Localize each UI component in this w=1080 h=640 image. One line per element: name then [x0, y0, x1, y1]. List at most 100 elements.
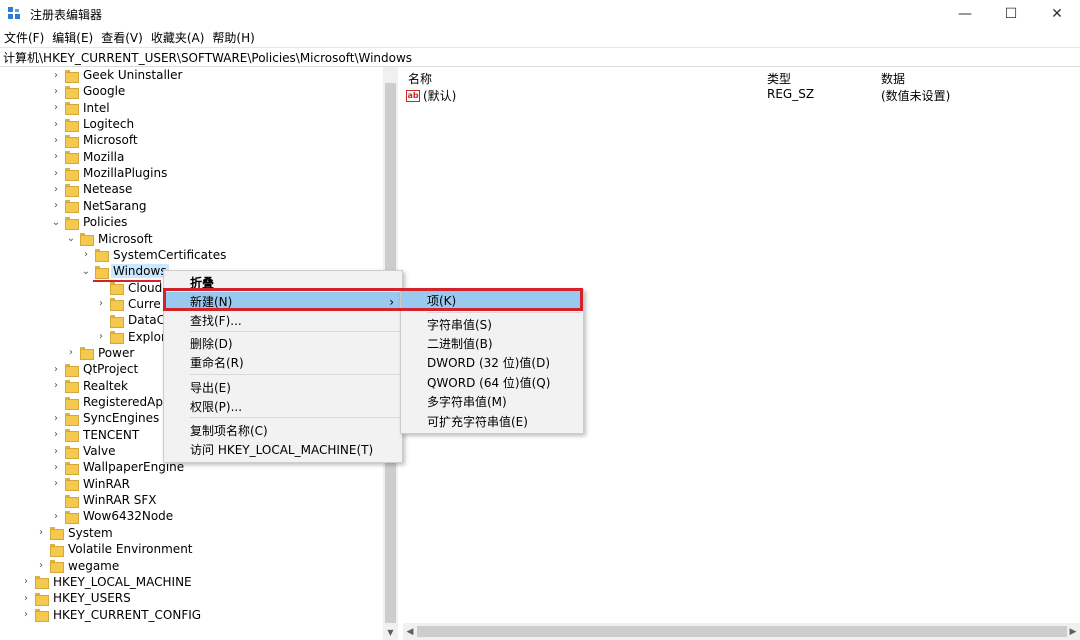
menu-help[interactable]: 帮助(H) — [208, 29, 258, 46]
context-menu-item-label: 删除(D) — [190, 337, 233, 351]
submenu-item[interactable]: 多字符串值(M) — [401, 392, 583, 411]
address-bar[interactable]: 计算机\HKEY_CURRENT_USER\SOFTWARE\Policies\… — [0, 47, 1080, 67]
tree-item[interactable]: › TENCENT — [50, 427, 141, 443]
submenu-item[interactable]: 二进制值(B) — [401, 334, 583, 353]
column-header-name[interactable]: 名称 — [408, 70, 432, 87]
chevron-right-icon[interactable]: › — [50, 116, 62, 132]
chevron-right-icon[interactable]: › — [20, 590, 32, 606]
chevron-right-icon[interactable]: › — [80, 247, 92, 263]
tree-item[interactable]: › Mozilla — [50, 149, 126, 165]
scrollbar-thumb[interactable] — [417, 626, 1067, 637]
submenu-item-label: DWORD (32 位)值(D) — [427, 356, 550, 370]
tree-item[interactable]: › HKEY_USERS — [20, 590, 133, 606]
tree-item[interactable]: Volatile Environment — [35, 541, 195, 557]
tree-item[interactable]: › WinRAR — [50, 476, 132, 492]
chevron-right-icon[interactable]: › — [20, 607, 32, 623]
context-menu-item[interactable]: 导出(E) — [164, 378, 402, 397]
tree-item[interactable]: › Logitech — [50, 116, 136, 132]
context-menu-item[interactable]: 重命名(R) — [164, 353, 402, 372]
folder-icon — [65, 200, 79, 214]
tree-item[interactable]: › Power — [65, 345, 136, 361]
folder-icon — [95, 265, 109, 279]
minimize-button[interactable]: — — [942, 0, 988, 28]
menu-edit[interactable]: 编辑(E) — [48, 29, 97, 46]
chevron-right-icon[interactable]: › — [95, 329, 107, 345]
tree-item[interactable]: › Geek Uninstaller — [50, 67, 184, 83]
submenu-item[interactable]: 可扩充字符串值(E) — [401, 412, 583, 431]
tree-item[interactable]: › Realtek — [50, 378, 130, 394]
tree-item[interactable]: › Explor — [95, 329, 168, 345]
chevron-right-icon[interactable]: › — [50, 100, 62, 116]
chevron-right-icon[interactable]: › — [50, 181, 62, 197]
tree-item[interactable]: › Curre — [95, 296, 163, 312]
context-menu-item-label: 重命名(R) — [190, 356, 244, 370]
tree-item-label: RegisteredApp — [83, 395, 171, 409]
submenu-item[interactable]: QWORD (64 位)值(Q) — [401, 373, 583, 392]
tree-item[interactable]: › SyncEngines — [50, 410, 161, 426]
chevron-down-icon[interactable]: ⌄ — [50, 214, 62, 230]
close-button[interactable]: ✕ — [1034, 0, 1080, 28]
chevron-right-icon[interactable]: › — [50, 443, 62, 459]
context-menu-item[interactable]: 复制项名称(C) — [164, 421, 402, 440]
chevron-right-icon[interactable]: › — [50, 67, 62, 83]
tree-item[interactable]: › HKEY_CURRENT_CONFIG — [20, 607, 203, 623]
context-menu-item[interactable]: 访问 HKEY_LOCAL_MACHINE(T) — [164, 440, 402, 459]
context-menu-item[interactable]: 删除(D) — [164, 334, 402, 353]
chevron-right-icon[interactable]: › — [50, 198, 62, 214]
maximize-button[interactable]: ☐ — [988, 0, 1034, 28]
chevron-right-icon[interactable]: › — [20, 574, 32, 590]
chevron-right-icon[interactable]: › — [50, 427, 62, 443]
menu-favorites[interactable]: 收藏夹(A) — [147, 29, 209, 46]
tree-item[interactable]: › Valve — [50, 443, 117, 459]
context-menu-item[interactable]: 权限(P)... — [164, 397, 402, 416]
chevron-right-icon[interactable]: › — [35, 558, 47, 574]
tree-item[interactable]: › Intel — [50, 100, 112, 116]
chevron-right-icon[interactable]: › — [50, 508, 62, 524]
tree-item[interactable]: › HKEY_LOCAL_MACHINE — [20, 574, 194, 590]
tree-item[interactable]: ⌄ Windows — [80, 263, 169, 279]
chevron-right-icon[interactable]: › — [95, 296, 107, 312]
menu-view[interactable]: 查看(V) — [97, 29, 147, 46]
tree-item[interactable]: › wegame — [35, 558, 121, 574]
address-path[interactable]: 计算机\HKEY_CURRENT_USER\SOFTWARE\Policies\… — [3, 49, 412, 66]
chevron-right-icon[interactable]: › — [50, 459, 62, 475]
chevron-right-icon[interactable]: › — [50, 476, 62, 492]
column-header-data[interactable]: 数据 — [881, 70, 905, 87]
value-row[interactable]: ab (默认) — [406, 87, 456, 104]
chevron-down-icon[interactable]: ⌄ — [80, 263, 92, 279]
submenu-item[interactable]: DWORD (32 位)值(D) — [401, 353, 583, 372]
context-menu-item[interactable]: 查找(F)... — [164, 311, 402, 330]
tree-item[interactable]: › SystemCertificates — [80, 247, 228, 263]
column-header-type[interactable]: 类型 — [767, 70, 791, 87]
tree-item[interactable]: › Wow6432Node — [50, 508, 175, 524]
menu-file[interactable]: 文件(F) — [0, 29, 48, 46]
chevron-right-icon[interactable]: › — [50, 165, 62, 181]
tree-item[interactable]: › NetSarang — [50, 198, 149, 214]
tree-item[interactable]: ⌄ Microsoft — [65, 231, 155, 247]
no-children-spacer — [95, 312, 107, 328]
chevron-right-icon[interactable]: › — [50, 132, 62, 148]
tree-item[interactable]: › System — [35, 525, 115, 541]
tree-item[interactable]: › Google — [50, 83, 127, 99]
tree-item[interactable]: DataC — [95, 312, 167, 328]
chevron-down-icon[interactable]: ⌄ — [65, 231, 77, 247]
submenu-item[interactable]: 字符串值(S) — [401, 315, 583, 334]
chevron-right-icon[interactable]: › — [50, 83, 62, 99]
tree-item[interactable]: › QtProject — [50, 361, 140, 377]
chevron-right-icon[interactable]: › — [50, 378, 62, 394]
chevron-right-icon[interactable]: › — [65, 345, 77, 361]
chevron-right-icon[interactable]: › — [50, 361, 62, 377]
tree-item[interactable]: WinRAR SFX — [50, 492, 159, 508]
tree-item[interactable]: › Microsoft — [50, 132, 140, 148]
chevron-right-icon[interactable]: › — [50, 149, 62, 165]
tree-item[interactable]: ⌄ Policies — [50, 214, 129, 230]
tree-item[interactable]: › MozillaPlugins — [50, 165, 169, 181]
chevron-right-icon[interactable]: › — [35, 525, 47, 541]
scroll-right-arrow-icon[interactable]: ▶ — [1066, 623, 1080, 640]
scroll-down-arrow-icon[interactable]: ▼ — [383, 624, 398, 640]
scroll-left-arrow-icon[interactable]: ◀ — [403, 623, 417, 640]
tree-item[interactable]: › Netease — [50, 181, 134, 197]
chevron-right-icon[interactable]: › — [50, 410, 62, 426]
values-horizontal-scrollbar[interactable]: ◀ ▶ — [403, 623, 1080, 640]
tree-item[interactable]: RegisteredApp — [50, 394, 173, 410]
